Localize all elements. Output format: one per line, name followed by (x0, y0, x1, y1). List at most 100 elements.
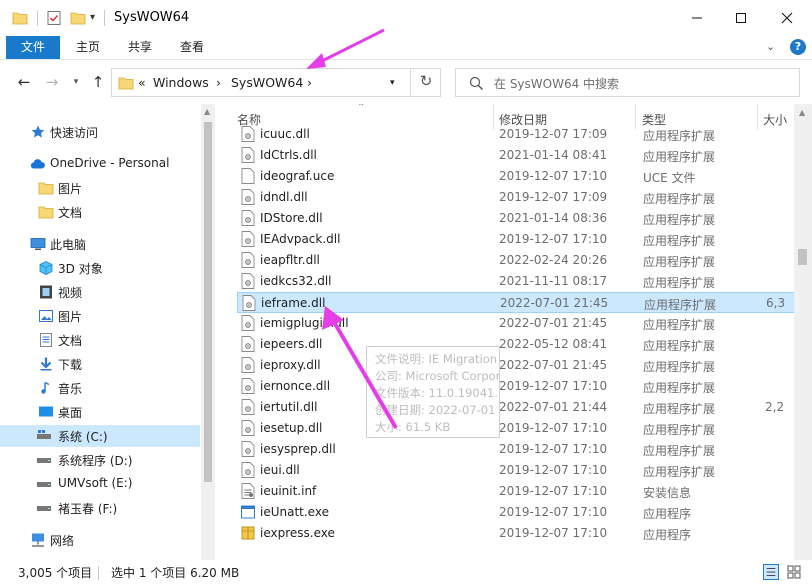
file-date: 2019-12-07 17:10 (499, 379, 608, 393)
new-folder-icon[interactable] (70, 10, 86, 26)
table-row[interactable]: ieproxy.dll 2022-07-01 21:45 应用程序扩展 (237, 355, 797, 376)
sidebar-item-this-pc[interactable]: 此电脑 (0, 233, 200, 255)
table-row[interactable]: ieUnatt.exe 2019-12-07 17:10 应用程序 (237, 502, 797, 523)
table-row[interactable]: iedkcs32.dll 2021-11-11 08:17 应用程序扩展 (237, 271, 797, 292)
sidebar-item-desktop[interactable]: 桌面 (0, 401, 200, 423)
file-name: ieframe.dll (261, 296, 326, 310)
file-type: 应用程序扩展 (643, 360, 716, 374)
large-icons-view-icon[interactable] (786, 564, 802, 580)
table-row[interactable]: iernonce.dll 2019-12-07 17:10 应用程序扩展 (237, 376, 797, 397)
dll-file-icon (241, 231, 255, 247)
tab-share[interactable]: 共享 (118, 36, 162, 59)
file-date: 2019-12-07 17:10 (499, 484, 608, 498)
search-placeholder: 在 SysWOW64 中搜索 (494, 77, 620, 91)
table-row[interactable]: iepeers.dll 2022-05-12 08:41 应用程序扩展 (237, 334, 797, 355)
table-row[interactable]: idndl.dll 2019-12-07 17:09 应用程序扩展 (237, 187, 797, 208)
table-row[interactable]: IdCtrls.dll 2021-01-14 08:41 应用程序扩展 (237, 145, 797, 166)
sidebar-item-documents[interactable]: 文档 (0, 329, 200, 351)
minimize-button[interactable] (674, 0, 720, 36)
close-button[interactable] (764, 0, 810, 36)
sidebar-item-drive-c[interactable]: 系统 (C:) (0, 425, 200, 447)
navigation-pane: 快速访问 OneDrive - Personal 图片 文档 此电脑 3D 对象… (0, 104, 215, 560)
sidebar-item-music[interactable]: 音乐 (0, 377, 200, 399)
address-bar[interactable]: « Windows › SysWOW64 › ▾ (111, 68, 441, 97)
sidebar-item-videos[interactable]: 视频 (0, 281, 200, 303)
tab-home[interactable]: 主页 (66, 36, 110, 59)
sidebar-item-label: 文档 (58, 334, 83, 348)
file-name: iernonce.dll (260, 379, 331, 393)
file-date: 2019-12-07 17:10 (499, 232, 608, 246)
sidebar-item-pictures[interactable]: 图片 (0, 305, 200, 327)
breadcrumb-syswow64[interactable]: SysWOW64 (231, 75, 303, 90)
folder-icon[interactable] (12, 10, 28, 26)
chevron-down-icon[interactable]: ▾ (390, 78, 395, 88)
drive-icon (37, 506, 51, 511)
item-count: 3,005 个项目 (18, 566, 93, 580)
table-row[interactable]: ieframe.dll 2022-07-01 21:45 应用程序扩展 6,3 (237, 292, 797, 313)
file-date: 2019-12-07 17:10 (499, 442, 608, 456)
sidebar-item-drive-e[interactable]: UMVsoft (E:) (0, 473, 200, 495)
drive-icon (37, 458, 51, 463)
table-row[interactable]: ieuinit.inf 2019-12-07 17:10 安装信息 (237, 481, 797, 502)
dll-file-icon (241, 336, 255, 352)
search-input[interactable]: 在 SysWOW64 中搜索 (455, 68, 800, 97)
sidebar-item-onedrive-documents[interactable]: 文档 (0, 201, 200, 223)
window-title: SysWOW64 (114, 10, 190, 25)
scrollbar-thumb[interactable] (798, 249, 807, 265)
dll-file-icon (241, 357, 255, 373)
table-row[interactable]: iesysprep.dll 2019-12-07 17:10 应用程序扩展 (237, 439, 797, 460)
tab-view[interactable]: 查看 (170, 36, 214, 59)
table-row[interactable]: IDStore.dll 2021-01-14 08:36 应用程序扩展 (237, 208, 797, 229)
breadcrumb-windows[interactable]: Windows (153, 75, 209, 90)
table-row[interactable]: iexpress.exe 2019-12-07 17:10 应用程序 (237, 523, 797, 544)
file-date: 2022-02-24 20:26 (499, 253, 608, 267)
file-type: 应用程序扩展 (643, 234, 716, 248)
sort-ascending-icon: ⌃ (357, 104, 366, 113)
table-row[interactable]: icuuc.dll 2019-12-07 17:09 应用程序扩展 (237, 124, 797, 145)
back-button[interactable]: ← (14, 72, 34, 92)
sidebar-item-quick-access[interactable]: 快速访问 (0, 121, 200, 143)
sidebar-item-drive-d[interactable]: 系统程序 (D:) (0, 449, 200, 471)
sidebar-item-label: 图片 (58, 310, 83, 324)
sidebar-item-downloads[interactable]: 下载 (0, 353, 200, 375)
breadcrumb-overflow[interactable]: « (138, 75, 146, 90)
table-row[interactable]: iemigplugin.dll 2022-07-01 21:45 应用程序扩展 (237, 313, 797, 334)
sidebar-item-onedrive-pictures[interactable]: 图片 (0, 177, 200, 199)
scrollbar[interactable]: ▲ (794, 104, 812, 560)
breadcrumb-separator[interactable]: › (307, 75, 312, 90)
chevron-down-icon[interactable]: ⌄ (766, 40, 775, 53)
file-date: 2021-11-11 08:17 (499, 274, 608, 288)
file-type: 应用程序扩展 (643, 129, 716, 143)
refresh-button[interactable]: ↻ (410, 68, 441, 97)
table-row[interactable]: ideograf.uce 2019-12-07 17:10 UCE 文件 (237, 166, 797, 187)
scroll-up-icon[interactable]: ▲ (799, 108, 805, 117)
tab-file[interactable]: 文件 (6, 36, 60, 59)
forward-button[interactable]: → (42, 72, 62, 92)
sidebar-item-onedrive[interactable]: OneDrive - Personal (0, 153, 200, 175)
sidebar-item-3d-objects[interactable]: 3D 对象 (0, 257, 200, 279)
breadcrumb-separator[interactable]: › (216, 75, 221, 90)
folder-icon (38, 206, 54, 219)
help-icon[interactable]: ? (790, 39, 806, 55)
sidebar-item-network[interactable]: 网络 (0, 529, 200, 551)
scroll-up-icon[interactable]: ▲ (204, 107, 210, 116)
chevron-down-icon[interactable]: ▾ (90, 12, 95, 23)
sidebar-item-label: 图片 (58, 182, 83, 196)
maximize-button[interactable] (718, 0, 764, 36)
tooltip-line: 文件版本: 11.0.19041.1806 (375, 386, 499, 400)
properties-icon[interactable] (46, 10, 62, 26)
table-row[interactable]: ieui.dll 2019-12-07 17:10 应用程序扩展 (237, 460, 797, 481)
cloud-icon (30, 159, 45, 169)
table-row[interactable]: iertutil.dll 2022-07-01 21:44 应用程序扩展 2,2 (237, 397, 797, 418)
up-button[interactable]: ↑ (88, 72, 108, 92)
navigation-bar: ← → ▾ ↑ « Windows › SysWOW64 › ▾ ↻ 在 Sys… (0, 60, 812, 104)
recent-locations-button[interactable]: ▾ (66, 72, 86, 92)
sidebar-item-drive-f[interactable]: 褚玉春 (F:) (0, 497, 200, 519)
scrollbar-thumb[interactable] (204, 122, 212, 482)
scrollbar[interactable]: ▲ (201, 104, 215, 560)
details-view-icon[interactable] (763, 564, 779, 580)
table-row[interactable]: iesetup.dll 2019-12-07 17:10 应用程序扩展 (237, 418, 797, 439)
table-row[interactable]: IEAdvpack.dll 2019-12-07 17:10 应用程序扩展 (237, 229, 797, 250)
file-type: 应用程序扩展 (643, 444, 716, 458)
table-row[interactable]: ieapfltr.dll 2022-02-24 20:26 应用程序扩展 (237, 250, 797, 271)
